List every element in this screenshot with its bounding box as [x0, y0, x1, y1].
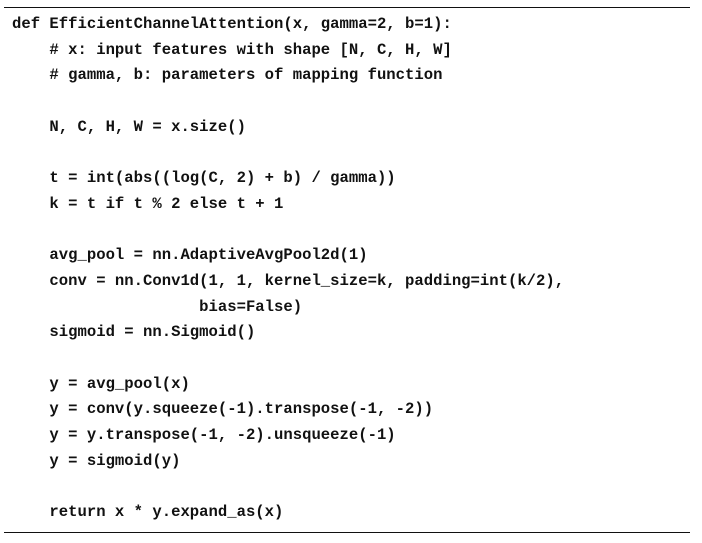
code-line: t = int(abs((log(C, 2) + b) / gamma)) [12, 169, 396, 188]
code-line: sigmoid = nn.Sigmoid() [12, 323, 256, 342]
bottom-rule [4, 532, 690, 533]
code-line: y = y.transpose(-1, -2).unsqueeze(-1) [12, 426, 396, 444]
code-line: return x * y.expand_as(x) [12, 503, 284, 522]
code-line: def EfficientChannelAttention(x, gamma=2… [12, 15, 452, 33]
code-line: # gamma, b: parameters of mapping functi… [12, 66, 443, 85]
code-line: y = sigmoid(y) [12, 451, 181, 470]
code-line: N, C, H, W = x.size() [12, 117, 246, 136]
code-line: y = conv(y.squeeze(-1).transpose(-1, -2)… [12, 400, 434, 419]
code-listing-page: def EfficientChannelAttention(x, gamma=2… [0, 0, 702, 543]
code-line: conv = nn.Conv1d(1, 1, kernel_size=k, pa… [12, 271, 565, 290]
code-line: # x: input features with shape [N, C, H,… [12, 40, 452, 59]
top-rule [4, 7, 690, 8]
code-line: k = t if t % 2 else t + 1 [12, 194, 284, 213]
code-line: avg_pool = nn.AdaptiveAvgPool2d(1) [12, 246, 368, 265]
code-line: y = avg_pool(x) [12, 374, 190, 393]
code-block: def EfficientChannelAttention(x, gamma=2… [12, 12, 692, 526]
code-line: bias=False) [12, 297, 303, 316]
